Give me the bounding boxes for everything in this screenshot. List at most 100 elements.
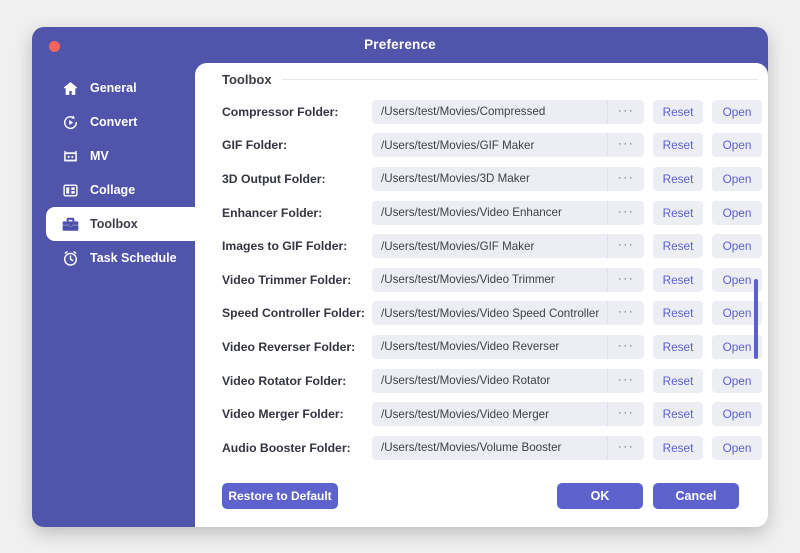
browse-ellipsis-icon[interactable]: ··· bbox=[607, 334, 644, 359]
setting-row: Enhancer Folder: /Users/test/Movies/Video… bbox=[195, 196, 768, 230]
browse-ellipsis-icon[interactable]: ··· bbox=[607, 166, 644, 191]
setting-row-label: 3D Output Folder: bbox=[222, 171, 326, 186]
setting-row: GIF Folder: /Users/test/Movies/GIF Maker ·… bbox=[195, 129, 768, 163]
folder-path-value[interactable]: /Users/test/Movies/Video Speed Controlle… bbox=[372, 301, 607, 325]
main-panel: Toolbox Compressor Folder: /Users/test/Mo… bbox=[195, 63, 768, 527]
folder-path-field[interactable]: /Users/test/Movies/3D Maker ··· bbox=[372, 166, 644, 191]
reset-button[interactable]: Reset bbox=[653, 402, 703, 427]
sidebar-item-label: Convert bbox=[90, 115, 138, 129]
browse-ellipsis-icon[interactable]: ··· bbox=[607, 133, 644, 158]
home-icon bbox=[61, 79, 79, 97]
reset-button[interactable]: Reset bbox=[653, 368, 703, 393]
sidebar-item-label: Task Schedule bbox=[90, 251, 177, 265]
scrollbar-track[interactable] bbox=[754, 95, 758, 493]
folder-path-value[interactable]: /Users/test/Movies/Video Rotator bbox=[372, 369, 607, 393]
restore-to-default-button[interactable]: Restore to Default bbox=[222, 483, 338, 509]
folder-path-field[interactable]: /Users/test/Movies/GIF Maker ··· bbox=[372, 133, 644, 158]
setting-row-label: Speed Controller Folder: bbox=[222, 306, 365, 321]
browse-ellipsis-icon[interactable]: ··· bbox=[607, 267, 644, 292]
window-titlebar: Preference bbox=[32, 27, 768, 63]
sidebar-item-convert[interactable]: Convert bbox=[46, 105, 195, 139]
folder-path-value[interactable]: /Users/test/Movies/GIF Maker bbox=[372, 133, 607, 157]
folder-path-field[interactable]: /Users/test/Movies/Video Reverser ··· bbox=[372, 334, 644, 359]
setting-row: Images to GIF Folder: /Users/test/Movies/… bbox=[195, 229, 768, 263]
dialog-footer: Restore to Default OK Cancel bbox=[195, 465, 768, 527]
reset-button[interactable]: Reset bbox=[653, 200, 703, 225]
setting-row-label: Video Merger Folder: bbox=[222, 407, 344, 422]
setting-row-label: GIF Folder: bbox=[222, 138, 287, 153]
folder-path-field[interactable]: /Users/test/Movies/Video Enhancer ··· bbox=[372, 200, 644, 225]
setting-row: Video Merger Folder: /Users/test/Movies/V… bbox=[195, 397, 768, 431]
reset-button[interactable]: Reset bbox=[653, 133, 703, 158]
clock-icon bbox=[61, 249, 79, 267]
setting-row: Video Trimmer Folder: /Users/test/Movies/… bbox=[195, 263, 768, 297]
setting-row-label: Enhancer Folder: bbox=[222, 205, 323, 220]
folder-path-field[interactable]: /Users/test/Movies/Video Rotator ··· bbox=[372, 368, 644, 393]
cancel-button[interactable]: Cancel bbox=[653, 483, 739, 509]
toolbox-icon bbox=[61, 215, 79, 233]
reset-button[interactable]: Reset bbox=[653, 234, 703, 259]
sidebar: General Convert MV Collage Toolbox Task … bbox=[32, 63, 209, 527]
collage-icon bbox=[61, 181, 79, 199]
folder-path-value[interactable]: /Users/test/Movies/Video Merger bbox=[372, 402, 607, 426]
sidebar-item-label: General bbox=[90, 81, 137, 95]
folder-path-field[interactable]: /Users/test/Movies/GIF Maker ··· bbox=[372, 234, 644, 259]
ok-button[interactable]: OK bbox=[557, 483, 643, 509]
browse-ellipsis-icon[interactable]: ··· bbox=[607, 368, 644, 393]
folder-path-field[interactable]: /Users/test/Movies/Video Speed Controlle… bbox=[372, 301, 644, 326]
setting-row: 3D Output Folder: /Users/test/Movies/3D M… bbox=[195, 162, 768, 196]
setting-row: Video Rotator Folder: /Users/test/Movies/… bbox=[195, 364, 768, 398]
setting-row: Video Reverser Folder: /Users/test/Movies… bbox=[195, 330, 768, 364]
folder-path-value[interactable]: /Users/test/Movies/Video Trimmer bbox=[372, 268, 607, 292]
setting-row-label: Images to GIF Folder: bbox=[222, 239, 348, 254]
reset-button[interactable]: Reset bbox=[653, 166, 703, 191]
browse-ellipsis-icon[interactable]: ··· bbox=[607, 99, 644, 124]
panel-header: Toolbox bbox=[195, 63, 768, 95]
folder-path-value[interactable]: /Users/test/Movies/Video Reverser bbox=[372, 335, 607, 359]
reset-button[interactable]: Reset bbox=[653, 301, 703, 326]
sidebar-item-general[interactable]: General bbox=[46, 71, 195, 105]
sidebar-item-label: MV bbox=[90, 149, 109, 163]
browse-ellipsis-icon[interactable]: ··· bbox=[607, 301, 644, 326]
sidebar-item-label: Toolbox bbox=[90, 217, 138, 231]
scrollbar-thumb[interactable] bbox=[754, 279, 758, 359]
folder-path-field[interactable]: /Users/test/Movies/Video Trimmer ··· bbox=[372, 267, 644, 292]
page-title: Toolbox bbox=[222, 71, 272, 87]
setting-row-label: Compressor Folder: bbox=[222, 104, 339, 119]
folder-path-field[interactable]: /Users/test/Movies/Video Merger ··· bbox=[372, 402, 644, 427]
sidebar-item-collage[interactable]: Collage bbox=[46, 173, 195, 207]
folder-path-value[interactable]: /Users/test/Movies/GIF Maker bbox=[372, 234, 607, 258]
browse-ellipsis-icon[interactable]: ··· bbox=[607, 200, 644, 225]
folder-path-field[interactable]: /Users/test/Movies/Volume Booster ··· bbox=[372, 435, 644, 460]
folder-path-value[interactable]: /Users/test/Movies/Video Enhancer bbox=[372, 201, 607, 225]
folder-path-value[interactable]: /Users/test/Movies/Volume Booster bbox=[372, 436, 607, 460]
convert-icon bbox=[61, 113, 79, 131]
settings-rows: Compressor Folder: /Users/test/Movies/Com… bbox=[195, 95, 768, 465]
setting-row-label: Audio Booster Folder: bbox=[222, 440, 351, 455]
sidebar-item-mv[interactable]: MV bbox=[46, 139, 195, 173]
setting-row-label: Video Reverser Folder: bbox=[222, 339, 356, 354]
reset-button[interactable]: Reset bbox=[653, 334, 703, 359]
setting-row-label: Video Rotator Folder: bbox=[222, 373, 347, 388]
settings-list: Compressor Folder: /Users/test/Movies/Com… bbox=[195, 95, 768, 493]
window-title: Preference bbox=[364, 37, 436, 52]
setting-row-label: Video Trimmer Folder: bbox=[222, 272, 352, 287]
setting-row: Audio Booster Folder: /Users/test/Movies/… bbox=[195, 431, 768, 465]
browse-ellipsis-icon[interactable]: ··· bbox=[607, 234, 644, 259]
reset-button[interactable]: Reset bbox=[653, 267, 703, 292]
sidebar-item-toolbox[interactable]: Toolbox bbox=[46, 207, 209, 241]
mv-icon bbox=[61, 147, 79, 165]
browse-ellipsis-icon[interactable]: ··· bbox=[607, 435, 644, 460]
sidebar-item-label: Collage bbox=[90, 183, 136, 197]
setting-row: Speed Controller Folder: /Users/test/Movi… bbox=[195, 297, 768, 331]
folder-path-value[interactable]: /Users/test/Movies/Compressed bbox=[372, 100, 607, 124]
setting-row: Compressor Folder: /Users/test/Movies/Com… bbox=[195, 95, 768, 129]
preference-window: Preference General Convert MV Collage To… bbox=[32, 27, 768, 527]
browse-ellipsis-icon[interactable]: ··· bbox=[607, 402, 644, 427]
folder-path-field[interactable]: /Users/test/Movies/Compressed ··· bbox=[372, 99, 644, 124]
reset-button[interactable]: Reset bbox=[653, 435, 703, 460]
folder-path-value[interactable]: /Users/test/Movies/3D Maker bbox=[372, 167, 607, 191]
sidebar-item-task-schedule[interactable]: Task Schedule bbox=[46, 241, 195, 275]
reset-button[interactable]: Reset bbox=[653, 99, 703, 124]
header-divider bbox=[281, 78, 758, 80]
